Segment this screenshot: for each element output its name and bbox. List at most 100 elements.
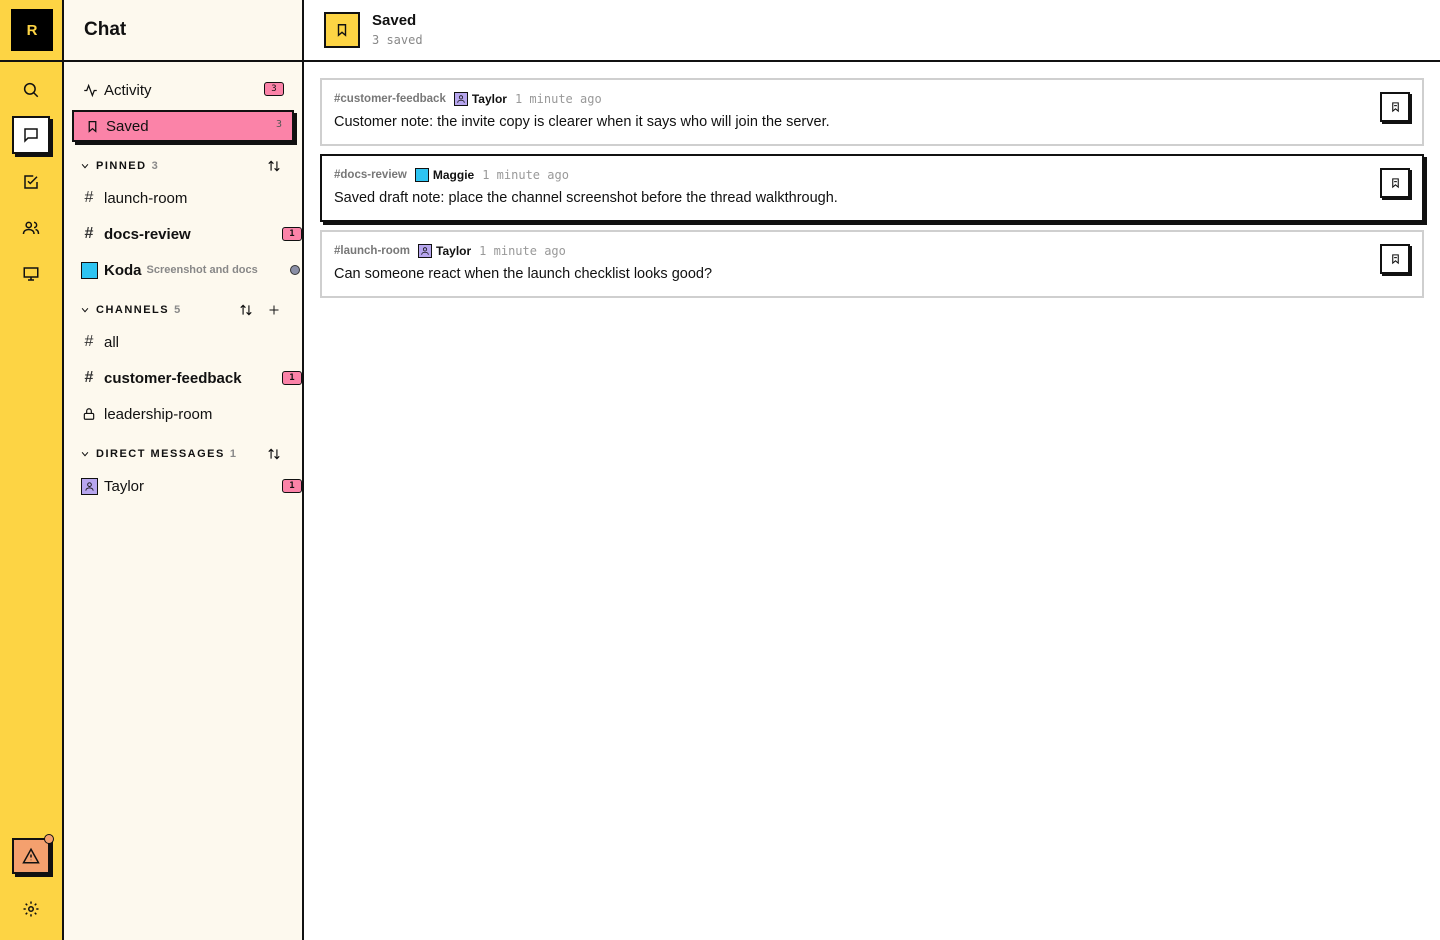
chat-button[interactable] bbox=[12, 116, 50, 154]
app-rail: R bbox=[0, 0, 64, 940]
status-dot bbox=[290, 265, 300, 275]
workspace-logo[interactable]: R bbox=[11, 9, 53, 51]
sidebar-item-taylor[interactable]: Taylor 1 bbox=[80, 472, 302, 500]
channel-label: launch-room bbox=[104, 189, 188, 207]
sort-button[interactable] bbox=[237, 301, 255, 319]
sidebar-item-launch-room[interactable]: # launch-room bbox=[80, 184, 294, 212]
page-subtitle: 3 saved bbox=[372, 33, 423, 47]
sidebar-item-leadership-room[interactable]: leadership-room bbox=[80, 400, 294, 428]
message-meta: #customer-feedback Taylor 1 minute ago bbox=[334, 92, 602, 106]
hash-icon: # bbox=[84, 369, 94, 386]
monitor-icon bbox=[23, 267, 39, 281]
nav-item-activity[interactable]: Activity 3 bbox=[72, 74, 294, 106]
bookmark-icon bbox=[1391, 254, 1399, 265]
chat-icon bbox=[24, 128, 38, 143]
sort-icon bbox=[268, 160, 280, 172]
timestamp: 1 minute ago bbox=[514, 92, 602, 106]
bookmark-icon bbox=[337, 24, 347, 37]
tasks-button[interactable] bbox=[12, 163, 50, 201]
section-count: 3 bbox=[151, 160, 158, 172]
chevron-down-icon bbox=[80, 161, 90, 171]
channel-label: leadership-room bbox=[104, 405, 213, 423]
avatar bbox=[414, 168, 429, 182]
timestamp: 1 minute ago bbox=[482, 168, 569, 182]
sidebar-header: Chat bbox=[64, 0, 302, 62]
page-title: Saved bbox=[372, 12, 417, 29]
search-icon bbox=[23, 82, 39, 98]
chevron-down-icon bbox=[80, 449, 90, 459]
people-button[interactable] bbox=[12, 209, 50, 247]
checkbox-icon bbox=[24, 175, 38, 189]
chevron-down-icon bbox=[80, 305, 90, 315]
nav-item-label: Activity bbox=[104, 81, 152, 99]
hash-icon: # bbox=[84, 189, 94, 206]
message-preview: Screenshot and docs bbox=[146, 264, 258, 276]
alert-button[interactable] bbox=[12, 834, 54, 874]
saved-header-icon bbox=[324, 12, 360, 48]
hash-icon: # bbox=[84, 225, 94, 242]
saved-count: 3 bbox=[275, 119, 282, 130]
chat-sidebar: Chat Activity 3 Saved 3 PINNED 3 # launc… bbox=[64, 0, 304, 940]
unread-badge: 1 bbox=[282, 227, 302, 241]
dm-label: Koda bbox=[104, 261, 142, 279]
main-panel: Saved 3 saved #customer-feedback Taylor … bbox=[304, 0, 1440, 940]
sort-icon bbox=[268, 448, 280, 460]
channel-label: customer-feedback bbox=[104, 369, 242, 387]
rail-divider bbox=[0, 60, 62, 62]
author-name[interactable]: Maggie bbox=[433, 168, 474, 182]
unsave-button[interactable] bbox=[1380, 168, 1410, 198]
pinned-section-header[interactable]: PINNED 3 bbox=[80, 156, 292, 176]
saved-message-card[interactable]: #docs-review Maggie 1 minute ago Saved d… bbox=[320, 154, 1424, 222]
channel-link[interactable]: #customer-feedback bbox=[334, 93, 446, 105]
avatar bbox=[418, 244, 433, 258]
channel-label: docs-review bbox=[104, 225, 191, 243]
channel-link[interactable]: #docs-review bbox=[334, 169, 407, 181]
saved-message-card[interactable]: #customer-feedback Taylor 1 minute ago C… bbox=[320, 78, 1424, 146]
alert-icon bbox=[22, 847, 40, 864]
sidebar-item-koda[interactable]: Koda Screenshot and docs bbox=[80, 256, 300, 284]
timestamp: 1 minute ago bbox=[479, 244, 566, 258]
author-name[interactable]: Taylor bbox=[472, 92, 507, 106]
channels-section-header[interactable]: CHANNELS 5 bbox=[80, 300, 292, 320]
sidebar-item-all[interactable]: # all bbox=[80, 328, 294, 356]
add-channel-button[interactable] bbox=[265, 301, 283, 319]
message-text: Customer note: the invite copy is cleare… bbox=[334, 114, 830, 130]
avatar bbox=[453, 92, 468, 106]
nav-item-label: Saved bbox=[106, 117, 149, 135]
unsave-button[interactable] bbox=[1380, 92, 1410, 122]
alert-indicator-dot bbox=[44, 834, 54, 844]
hash-icon: # bbox=[84, 333, 94, 350]
search-button[interactable] bbox=[12, 71, 50, 109]
nav-item-saved[interactable]: Saved 3 bbox=[72, 110, 294, 142]
saved-message-card[interactable]: #launch-room Taylor 1 minute ago Can som… bbox=[320, 230, 1424, 298]
sort-button[interactable] bbox=[265, 157, 283, 175]
gear-icon bbox=[23, 901, 39, 917]
avatar bbox=[80, 477, 98, 495]
direct-messages-section-header[interactable]: DIRECT MESSAGES 1 bbox=[80, 444, 292, 464]
plus-icon bbox=[269, 305, 279, 315]
channel-label: all bbox=[104, 333, 120, 351]
avatar bbox=[80, 261, 98, 279]
message-meta: #docs-review Maggie 1 minute ago bbox=[334, 168, 569, 182]
author-name[interactable]: Taylor bbox=[436, 244, 471, 258]
unread-badge: 1 bbox=[282, 371, 302, 385]
section-label: DIRECT MESSAGES bbox=[96, 448, 225, 460]
section-label: CHANNELS bbox=[96, 304, 170, 316]
sidebar-item-customer-feedback[interactable]: # customer-feedback 1 bbox=[80, 364, 302, 392]
settings-button[interactable] bbox=[12, 890, 50, 928]
lock-icon bbox=[80, 407, 98, 421]
activity-icon bbox=[82, 82, 98, 98]
bookmark-icon bbox=[84, 118, 100, 134]
activity-badge: 3 bbox=[264, 82, 284, 96]
section-count: 5 bbox=[174, 304, 181, 316]
message-text: Saved draft note: place the channel scre… bbox=[334, 190, 838, 206]
unread-badge: 1 bbox=[282, 479, 302, 493]
sidebar-title: Chat bbox=[84, 19, 127, 40]
unsave-button[interactable] bbox=[1380, 244, 1410, 274]
screen-button[interactable] bbox=[12, 255, 50, 293]
section-count: 1 bbox=[229, 448, 236, 460]
channel-link[interactable]: #launch-room bbox=[334, 245, 410, 257]
bookmark-icon bbox=[1391, 102, 1399, 113]
sidebar-item-docs-review[interactable]: # docs-review 1 bbox=[80, 220, 302, 248]
sort-button[interactable] bbox=[265, 445, 283, 463]
